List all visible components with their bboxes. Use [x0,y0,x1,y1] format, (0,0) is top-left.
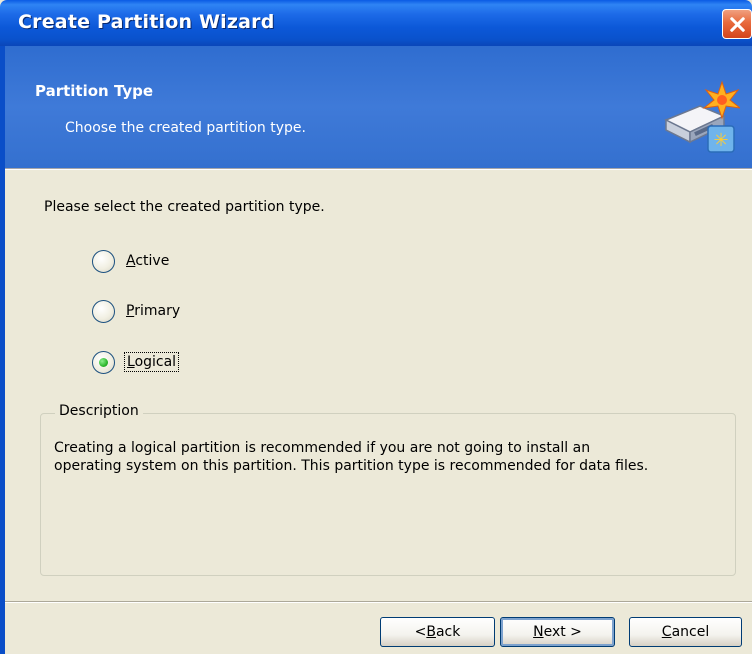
description-line-2: operating system on this partition. This… [54,458,649,474]
close-icon[interactable] [722,9,752,39]
page-title: Partition Type [35,82,154,100]
back-button[interactable]: < Back [380,617,495,647]
description-groupbox [40,413,736,576]
radio-primary[interactable]: Primary [92,298,180,324]
page-subtitle: Choose the created partition type. [65,120,306,136]
radio-logical[interactable]: Logical [92,349,180,375]
radio-button-active[interactable] [92,249,115,273]
cancel-button[interactable]: Cancel [629,617,742,647]
disk-partition-wizard-icon: ✳ [664,80,740,153]
description-legend: Description [55,403,143,419]
svg-text:✳: ✳ [713,130,728,151]
window-title: Create Partition Wizard [18,11,275,33]
radio-label-active[interactable]: Active [126,253,169,269]
wizard-header: Partition Type Choose the created partit… [5,46,752,168]
next-button[interactable]: Next > [500,617,615,647]
radio-active[interactable]: Active [92,248,169,274]
title-bar[interactable]: Create Partition Wizard [0,0,752,46]
footer-separator [5,601,752,603]
radio-button-primary[interactable] [92,299,115,323]
radio-label-primary[interactable]: Primary [126,303,180,319]
wizard-window: Create Partition Wizard Partition Type C… [0,0,752,654]
description-text: Creating a logical partition is recommen… [54,439,726,475]
radio-label-logical[interactable]: Logical [123,352,180,372]
radio-button-logical[interactable] [92,350,115,374]
prompt-text: Please select the created partition type… [44,199,325,215]
header-separator [5,168,752,170]
description-line-1: Creating a logical partition is recommen… [54,440,591,456]
